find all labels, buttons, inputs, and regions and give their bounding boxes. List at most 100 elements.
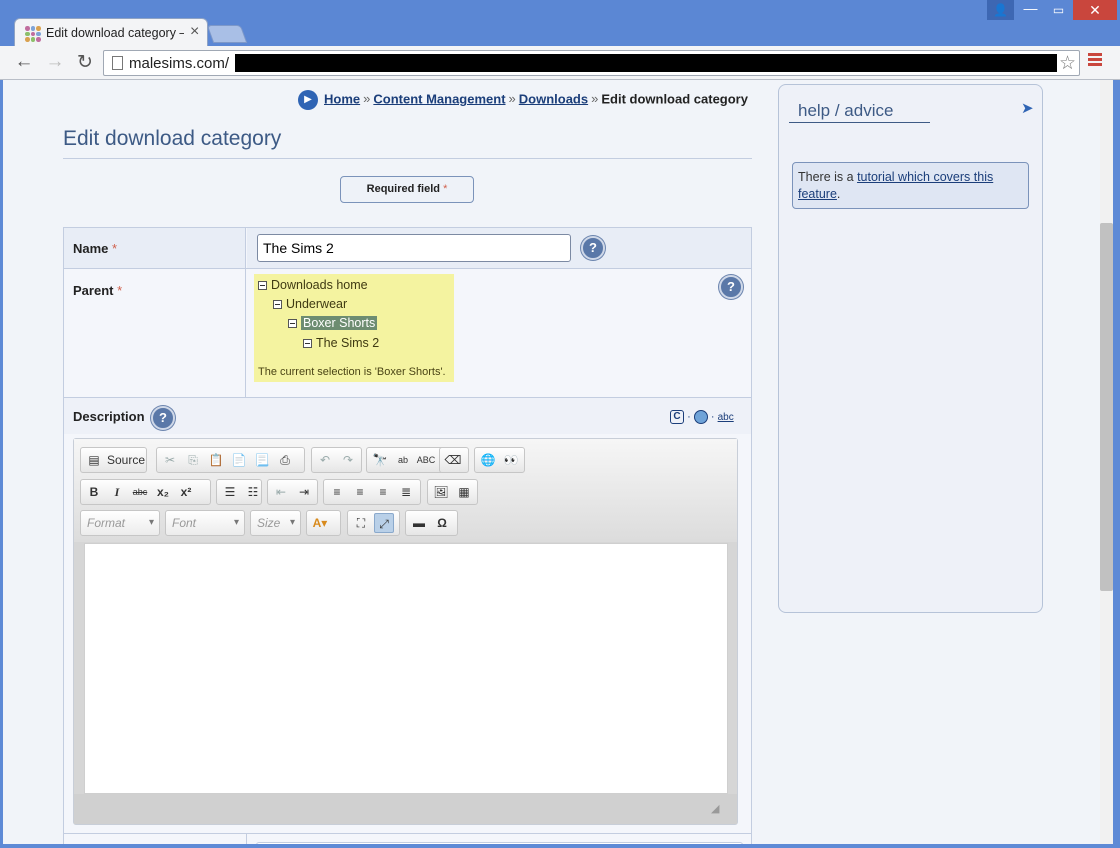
forward-button[interactable]: →	[43, 51, 67, 73]
replace-icon[interactable]: ab	[393, 450, 413, 470]
browser-toolbar: ← → ↻ malesims.com/ ☆	[0, 46, 1120, 80]
favicon-icon	[25, 26, 41, 42]
help-panel: help / advice ➤ There is a tutorial whic…	[778, 84, 1043, 613]
new-tab-button[interactable]	[206, 25, 248, 43]
description-tools: C · · abc	[670, 410, 734, 424]
spellcheck-icon[interactable]: abc	[718, 412, 734, 423]
breadcrumb-content-management[interactable]: Content Management	[373, 91, 505, 106]
page-viewport: ▶ Home» Content Management» Downloads» Edit …	[3, 80, 1113, 844]
comcode-icon[interactable]: C	[670, 410, 684, 424]
cut-icon[interactable]: ✂	[160, 450, 180, 470]
tool-separator: ·	[710, 411, 715, 423]
breadcrumb-downloads[interactable]: Downloads	[519, 91, 588, 106]
indent-group: ⇤ ⇥	[267, 479, 318, 505]
collapse-icon[interactable]	[258, 281, 267, 291]
outdent-icon[interactable]: ⇤	[271, 482, 291, 502]
align-center-icon[interactable]: ≡	[350, 482, 370, 502]
align-group: ≡ ≡ ≡ ≣	[323, 479, 421, 505]
back-button[interactable]: ←	[12, 51, 36, 73]
clear-format-group: ⌫	[439, 447, 469, 473]
color-group: A▾	[306, 510, 341, 536]
breadcrumb-separator: »	[363, 91, 371, 107]
eraser-icon[interactable]: ⌫	[443, 450, 463, 470]
tree-selection-status: The current selection is 'Boxer Shorts'.	[258, 366, 446, 378]
source-group: ▤ Source	[80, 447, 147, 473]
resize-grip-icon[interactable]: ◢	[711, 802, 719, 815]
collapse-icon[interactable]	[273, 300, 282, 310]
globe-icon[interactable]: 🌐	[478, 450, 498, 470]
bookmark-star-icon[interactable]: ☆	[1059, 52, 1076, 75]
strike-button[interactable]: abc	[130, 482, 150, 502]
breadcrumb-home[interactable]: Home	[324, 91, 360, 106]
tool-separator: ·	[687, 411, 691, 423]
collapse-icon[interactable]	[288, 319, 297, 329]
indent-icon[interactable]: ⇥	[294, 482, 314, 502]
editor-footer: ◢	[74, 794, 737, 824]
find-icon[interactable]: 🔭	[370, 450, 390, 470]
source-button[interactable]: Source	[107, 450, 145, 470]
description-help-icon[interactable]: ?	[151, 406, 175, 430]
italic-button[interactable]: I	[107, 482, 127, 502]
scrollbar-thumb[interactable]	[1100, 223, 1113, 591]
align-left-icon[interactable]: ≡	[327, 482, 347, 502]
minimize-button[interactable]: —	[1017, 0, 1044, 20]
paste-special-icon[interactable]: ⎙	[275, 450, 295, 470]
tab-title: Edit download category –	[46, 26, 184, 40]
maximize-button[interactable]: ▭	[1045, 0, 1072, 20]
row-divider	[64, 833, 751, 834]
name-help-icon[interactable]: ?	[581, 236, 605, 260]
view-icon[interactable]: 👀	[501, 450, 521, 470]
name-input[interactable]	[257, 234, 571, 262]
undo-icon[interactable]: ↶	[315, 450, 335, 470]
font-dropdown[interactable]: Font	[165, 510, 245, 536]
format-dropdown[interactable]: Format	[80, 510, 160, 536]
bullet-list-icon[interactable]: ☷	[243, 482, 263, 502]
user-icon[interactable]: 👤	[987, 0, 1014, 20]
address-bar[interactable]: malesims.com/ ☆	[103, 50, 1080, 76]
help-heading: help / advice	[789, 101, 930, 123]
redo-icon[interactable]: ↷	[338, 450, 358, 470]
superscript-button[interactable]: x²	[176, 482, 196, 502]
tree-item[interactable]: Underwear	[273, 297, 347, 315]
breadcrumb-separator: »	[508, 91, 516, 107]
copy-icon[interactable]: ⎘	[183, 450, 203, 470]
subscript-button[interactable]: x₂	[153, 482, 173, 502]
chrome-menu-icon[interactable]	[1088, 53, 1102, 68]
reload-button[interactable]: ↻	[73, 51, 97, 74]
breadcrumb-separator: »	[591, 91, 599, 107]
close-window-button[interactable]: ✕	[1073, 0, 1117, 20]
collapse-icon[interactable]	[303, 339, 312, 349]
size-dropdown[interactable]: Size	[250, 510, 301, 536]
maximize-icon[interactable]: ⤢	[374, 513, 394, 533]
bold-button[interactable]: B	[84, 482, 104, 502]
horizontal-rule-icon[interactable]: ▬	[409, 513, 429, 533]
align-justify-icon[interactable]: ≣	[396, 482, 416, 502]
undo-group: ↶ ↷	[311, 447, 362, 473]
emoticon-icon[interactable]	[693, 410, 708, 424]
paste-icon[interactable]: 📋	[206, 450, 226, 470]
paste-text-icon[interactable]: 📄	[229, 450, 249, 470]
numbered-list-icon[interactable]: ☰	[220, 482, 240, 502]
spellcheck-icon[interactable]: ABC	[416, 450, 436, 470]
paste-word-icon[interactable]: 📃	[252, 450, 272, 470]
next-field-input[interactable]	[256, 842, 743, 844]
special-group: ▬ Ω	[405, 510, 458, 536]
parent-help-icon[interactable]: ?	[719, 275, 743, 299]
image-icon[interactable]: 🖼	[431, 482, 451, 502]
align-right-icon[interactable]: ≡	[373, 482, 393, 502]
tree-item-selected[interactable]: Boxer Shorts	[288, 316, 378, 334]
tree-item[interactable]: Downloads home	[258, 278, 368, 296]
advice-box: There is a tutorial which covers this fe…	[792, 162, 1029, 209]
source-icon: ▤	[88, 453, 100, 467]
show-blocks-icon[interactable]: ⛶	[351, 513, 371, 533]
table-icon[interactable]: ▦	[454, 482, 474, 502]
tree-item[interactable]: The Sims 2	[303, 336, 379, 354]
browser-tab[interactable]: Edit download category – ×	[14, 18, 208, 48]
tree-item-label: The Sims 2	[316, 336, 380, 350]
special-char-button[interactable]: Ω	[432, 513, 452, 533]
collapse-panel-icon[interactable]: ➤	[1021, 99, 1034, 117]
editor-content-area[interactable]	[84, 543, 728, 794]
text-color-icon[interactable]: A▾	[310, 513, 330, 533]
wysiwyg-editor: ▤ Source ✂ ⎘ 📋 📄 📃 ⎙ ↶ ↷ 🔭 ab ABC ⌫ 🌐 👀 …	[73, 438, 738, 825]
tab-close-icon[interactable]: ×	[190, 23, 199, 41]
